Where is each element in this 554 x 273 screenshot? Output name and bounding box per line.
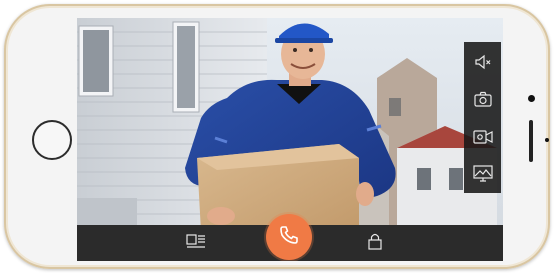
unlock-door-button[interactable] bbox=[360, 225, 390, 261]
snapshot-button[interactable] bbox=[464, 80, 501, 117]
proximity-sensor bbox=[545, 138, 549, 142]
lock-icon bbox=[368, 232, 382, 255]
camera-icon bbox=[473, 91, 492, 107]
speaker-mute-icon bbox=[474, 53, 492, 71]
mute-speaker-button[interactable] bbox=[464, 43, 501, 80]
monitor-list-button[interactable] bbox=[181, 225, 211, 261]
record-video-button[interactable] bbox=[464, 118, 501, 155]
phone-handset-icon bbox=[278, 224, 300, 251]
monitor-list-icon bbox=[186, 233, 206, 253]
home-button[interactable] bbox=[32, 120, 72, 160]
gallery-button[interactable] bbox=[464, 155, 501, 192]
earpiece-speaker bbox=[529, 120, 533, 162]
side-control-panel bbox=[464, 42, 501, 193]
call-button[interactable] bbox=[266, 214, 312, 260]
video-record-icon bbox=[472, 129, 493, 144]
phone-frame bbox=[4, 4, 550, 269]
front-camera bbox=[528, 95, 535, 102]
image-gallery-icon bbox=[472, 164, 493, 183]
video-intercom-screen bbox=[77, 18, 503, 261]
